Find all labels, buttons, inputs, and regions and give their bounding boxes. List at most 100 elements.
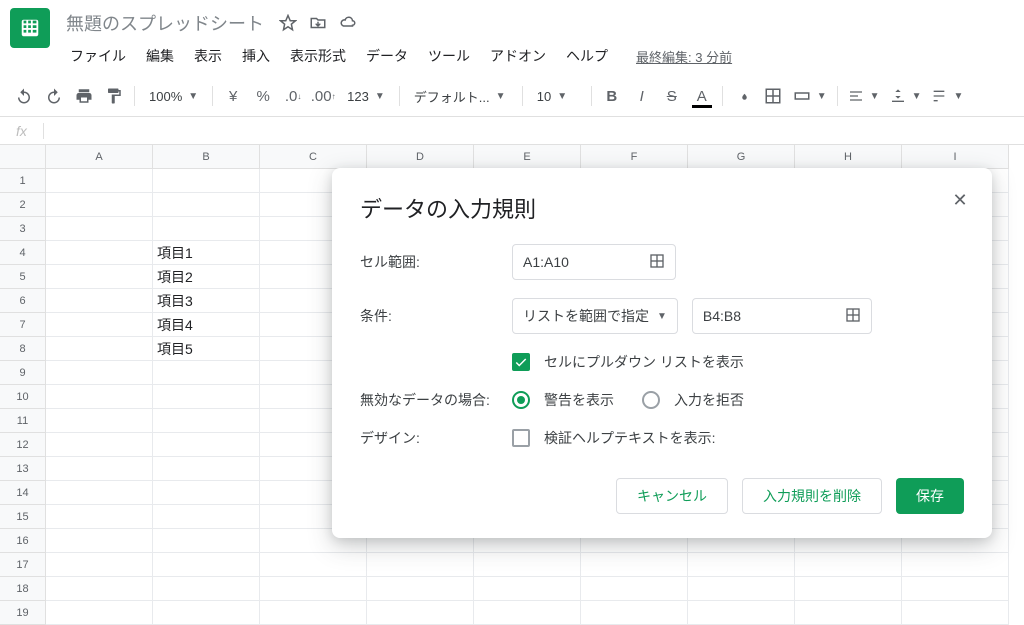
cell[interactable]: [46, 505, 153, 529]
format-select[interactable]: 123▼: [339, 82, 393, 110]
h-align-button[interactable]: ▼: [844, 82, 884, 110]
select-all-corner[interactable]: [0, 145, 46, 169]
cell[interactable]: [795, 577, 902, 601]
v-align-button[interactable]: ▼: [886, 82, 926, 110]
cell[interactable]: 項目3: [153, 289, 260, 313]
col-header[interactable]: D: [367, 145, 474, 169]
row-header[interactable]: 14: [0, 481, 46, 505]
cell[interactable]: 項目5: [153, 337, 260, 361]
cell[interactable]: [46, 313, 153, 337]
cancel-button[interactable]: キャンセル: [616, 478, 728, 514]
cell[interactable]: [153, 409, 260, 433]
cell[interactable]: 項目2: [153, 265, 260, 289]
cell[interactable]: [46, 193, 153, 217]
menu-data[interactable]: データ: [358, 42, 416, 70]
cloud-status-icon[interactable]: [338, 13, 358, 33]
merge-cells-button[interactable]: ▼: [789, 82, 831, 110]
criteria-type-select[interactable]: リストを範囲で指定▼: [512, 298, 678, 334]
row-header[interactable]: 1: [0, 169, 46, 193]
cell[interactable]: [46, 241, 153, 265]
fill-color-button[interactable]: [729, 82, 757, 110]
cell[interactable]: [153, 481, 260, 505]
italic-button[interactable]: I: [628, 82, 656, 110]
range-picker-icon[interactable]: [649, 253, 665, 272]
cell[interactable]: [46, 409, 153, 433]
menu-insert[interactable]: 挿入: [234, 42, 278, 70]
menu-format[interactable]: 表示形式: [282, 42, 354, 70]
font-size-select[interactable]: 10▼: [529, 82, 585, 110]
cell[interactable]: [260, 577, 367, 601]
menu-addons[interactable]: アドオン: [482, 42, 554, 70]
row-header[interactable]: 4: [0, 241, 46, 265]
cell[interactable]: [153, 505, 260, 529]
row-header[interactable]: 13: [0, 457, 46, 481]
cell[interactable]: [688, 577, 795, 601]
cell[interactable]: [46, 577, 153, 601]
cell[interactable]: [46, 265, 153, 289]
row-header[interactable]: 17: [0, 553, 46, 577]
last-edit-link[interactable]: 最終編集: 3 分前: [636, 47, 732, 66]
borders-button[interactable]: [759, 82, 787, 110]
cell[interactable]: [474, 553, 581, 577]
cell[interactable]: [46, 601, 153, 625]
cell[interactable]: [902, 577, 1009, 601]
cell[interactable]: 項目1: [153, 241, 260, 265]
cell[interactable]: [46, 433, 153, 457]
menu-help[interactable]: ヘルプ: [558, 42, 616, 70]
cell[interactable]: [367, 553, 474, 577]
cell[interactable]: 項目4: [153, 313, 260, 337]
save-button[interactable]: 保存: [896, 478, 964, 514]
decrease-decimal-button[interactable]: .0↓: [279, 82, 307, 110]
cell[interactable]: [153, 169, 260, 193]
cell[interactable]: [153, 553, 260, 577]
cell[interactable]: [46, 553, 153, 577]
zoom-select[interactable]: 100%▼: [141, 82, 206, 110]
cell[interactable]: [46, 457, 153, 481]
row-header[interactable]: 8: [0, 337, 46, 361]
cell[interactable]: [46, 337, 153, 361]
row-header[interactable]: 3: [0, 217, 46, 241]
cell[interactable]: [260, 553, 367, 577]
text-wrap-button[interactable]: ▼: [927, 82, 967, 110]
row-header[interactable]: 7: [0, 313, 46, 337]
cell[interactable]: [153, 577, 260, 601]
formula-bar[interactable]: fx: [0, 117, 1024, 145]
cell[interactable]: [153, 193, 260, 217]
col-header[interactable]: C: [260, 145, 367, 169]
print-button[interactable]: [70, 82, 98, 110]
cell[interactable]: [902, 601, 1009, 625]
cell[interactable]: [46, 217, 153, 241]
cell[interactable]: [581, 601, 688, 625]
close-icon[interactable]: ✕: [948, 188, 972, 212]
row-header[interactable]: 18: [0, 577, 46, 601]
invalid-reject-radio[interactable]: [642, 391, 660, 409]
cell[interactable]: [795, 553, 902, 577]
font-select[interactable]: デフォルト...▼: [406, 82, 516, 110]
cell[interactable]: [46, 361, 153, 385]
cell[interactable]: [581, 577, 688, 601]
row-header[interactable]: 15: [0, 505, 46, 529]
strikethrough-button[interactable]: S: [658, 82, 686, 110]
cell[interactable]: [795, 601, 902, 625]
cell[interactable]: [153, 433, 260, 457]
bold-button[interactable]: B: [598, 82, 626, 110]
col-header[interactable]: B: [153, 145, 260, 169]
undo-button[interactable]: [10, 82, 38, 110]
cell[interactable]: [153, 385, 260, 409]
col-header[interactable]: E: [474, 145, 581, 169]
cell[interactable]: [153, 457, 260, 481]
cell[interactable]: [902, 553, 1009, 577]
cell[interactable]: [46, 385, 153, 409]
row-header[interactable]: 9: [0, 361, 46, 385]
col-header[interactable]: H: [795, 145, 902, 169]
col-header[interactable]: A: [46, 145, 153, 169]
cell[interactable]: [153, 601, 260, 625]
cell[interactable]: [260, 601, 367, 625]
col-header[interactable]: F: [581, 145, 688, 169]
row-header[interactable]: 10: [0, 385, 46, 409]
redo-button[interactable]: [40, 82, 68, 110]
percent-button[interactable]: %: [249, 82, 277, 110]
document-title[interactable]: 無題のスプレッドシート: [62, 8, 268, 38]
move-folder-icon[interactable]: [308, 13, 328, 33]
increase-decimal-button[interactable]: .00↑: [309, 82, 337, 110]
